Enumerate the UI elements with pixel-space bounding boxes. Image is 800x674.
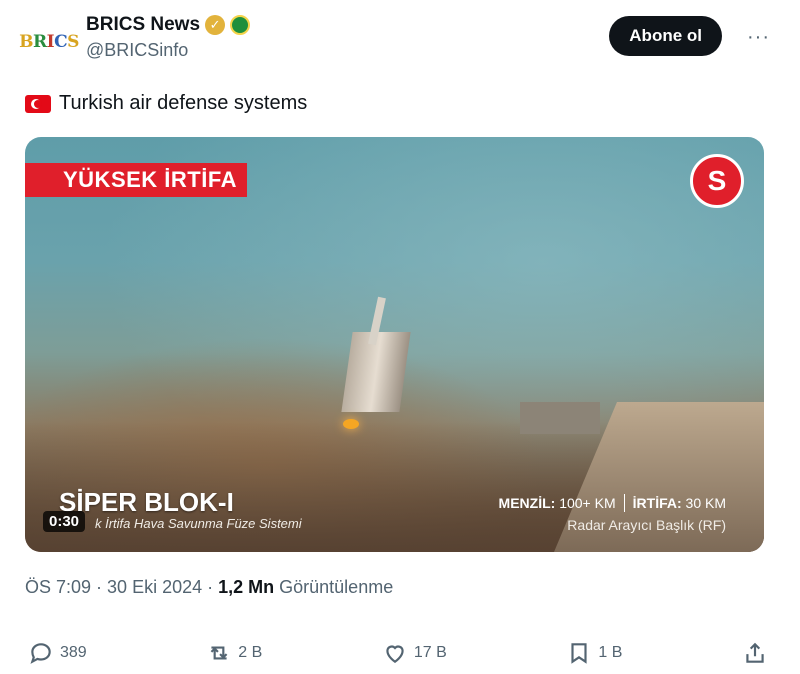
reply-button[interactable]: 389	[28, 640, 87, 666]
repost-count: 2 B	[238, 644, 263, 661]
more-options-icon[interactable]: ···	[747, 26, 770, 49]
video-subtitle: k İrtifa Hava Savunma Füze Sistemi	[95, 516, 302, 531]
like-count: 17 B	[413, 644, 447, 661]
spec-range-value: 100+ KM	[559, 495, 616, 511]
reply-icon	[30, 643, 51, 664]
video-title: SİPER BLOK-I	[59, 487, 234, 517]
avatar[interactable]: BRICS	[19, 22, 79, 62]
like-button[interactable]: 17 B	[382, 640, 447, 666]
video-player[interactable]: YÜKSEK İRTİFA S SİPER BLOK-I k İrtifa Ha…	[25, 137, 764, 552]
repost-icon	[210, 646, 228, 660]
author-info: BRICS News ✓ @BRICSinfo	[86, 14, 251, 61]
video-building	[520, 402, 600, 434]
spec-altitude-value: 30 KM	[685, 495, 726, 511]
spec-subline: Radar Arayıcı Başlık (RF)	[567, 517, 726, 533]
tweet-header: BRICS BRICS News ✓ @BRICSinfo Abone ol ·…	[19, 12, 778, 72]
tweet-text: Turkish air defense systems	[25, 92, 307, 115]
bookmark-count: 1 B	[598, 644, 623, 661]
meta-separator: ·	[96, 577, 103, 597]
follow-button[interactable]: Abone ol	[609, 16, 722, 56]
launch-fire	[343, 419, 359, 429]
spec-range-label: MENZİL:	[498, 495, 556, 511]
views-label: Görüntülenme	[279, 577, 394, 597]
bookmark-button[interactable]: 1 B	[566, 640, 622, 666]
handle[interactable]: @BRICSinfo	[86, 40, 250, 61]
display-name-row: BRICS News ✓	[86, 14, 251, 36]
affiliate-badge-icon[interactable]	[230, 15, 251, 35]
heart-icon	[386, 645, 404, 663]
tweet-text-content: Turkish air defense systems	[59, 92, 308, 114]
spec-divider	[623, 494, 625, 512]
video-duration: 0:30	[43, 511, 86, 532]
turkey-flag-icon	[25, 94, 51, 113]
spec-line: MENZİL: 100+ KM İRTİFA: 30 KM	[499, 494, 726, 512]
display-name[interactable]: BRICS News	[86, 14, 200, 36]
tweet-meta: ÖS 7:09 · 30 Eki 2024 · 1,2 Mn Görüntüle…	[25, 577, 393, 598]
meta-separator: ·	[207, 577, 214, 597]
video-label-top: YÜKSEK İRTİFA	[25, 163, 247, 197]
views-count: 1,2 Mn	[218, 577, 275, 597]
share-button[interactable]	[742, 640, 768, 666]
tweet-date[interactable]: 30 Eki 2024	[107, 577, 202, 598]
reply-count: 389	[60, 644, 87, 661]
share-icon	[746, 642, 764, 663]
repost-button[interactable]: 2 B	[206, 640, 262, 666]
channel-logo-icon: S	[690, 154, 744, 208]
action-bar: 389 2 B 17 B 1 B	[28, 638, 768, 668]
bookmark-icon	[571, 643, 587, 664]
tweet-time[interactable]: ÖS 7:09	[25, 577, 91, 598]
spec-altitude-label: İRTİFA:	[632, 495, 682, 511]
verified-badge-icon[interactable]: ✓	[205, 15, 226, 35]
